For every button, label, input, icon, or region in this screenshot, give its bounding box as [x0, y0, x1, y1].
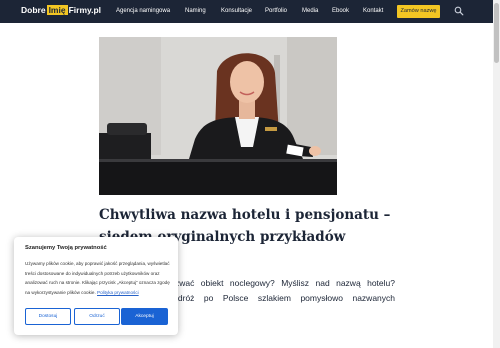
- cookie-consent-dialog: Szanujemy Twoją prywatność Używamy plikó…: [14, 237, 178, 335]
- nav-item-portfolio[interactable]: Portfolio: [265, 0, 287, 23]
- logo-part-imie: Imię: [46, 5, 68, 15]
- nav-item-agencja-namingowa[interactable]: Agencja namingowa: [116, 0, 170, 23]
- accept-button[interactable]: Akceptuj: [121, 308, 168, 325]
- search-icon[interactable]: [454, 6, 464, 16]
- nav-item-naming[interactable]: Naming: [185, 0, 206, 23]
- reject-button[interactable]: Odrzuć: [74, 308, 120, 325]
- logo-part-firmy: Firmy.pl: [68, 5, 102, 15]
- scrollbar-thumb[interactable]: [494, 3, 499, 63]
- page-scrollbar[interactable]: [493, 0, 500, 348]
- site-logo[interactable]: Dobre Imię Firmy.pl: [21, 5, 101, 16]
- nav-item-kontakt[interactable]: Kontakt: [363, 0, 383, 23]
- logo-part-dobre: Dobre: [21, 5, 46, 15]
- hero-image-receptionist: [99, 37, 337, 195]
- cookie-dialog-title: Szanujemy Twoją prywatność: [25, 245, 107, 251]
- nav-item-media[interactable]: Media: [302, 0, 318, 23]
- nav-item-ebook[interactable]: Ebook: [332, 0, 349, 23]
- cookie-dialog-text: Używamy plików cookie, aby poprawić jako…: [25, 259, 171, 297]
- nav-item-konsultacje[interactable]: Konsultacje: [221, 0, 252, 23]
- order-name-button[interactable]: Zamów nazwę: [397, 5, 440, 18]
- privacy-policy-link[interactable]: Polityka prywatności: [97, 290, 139, 295]
- customize-button[interactable]: Dostosuj: [25, 308, 71, 325]
- site-header: Dobre Imię Firmy.pl Agencja namingowa Nami…: [0, 0, 493, 23]
